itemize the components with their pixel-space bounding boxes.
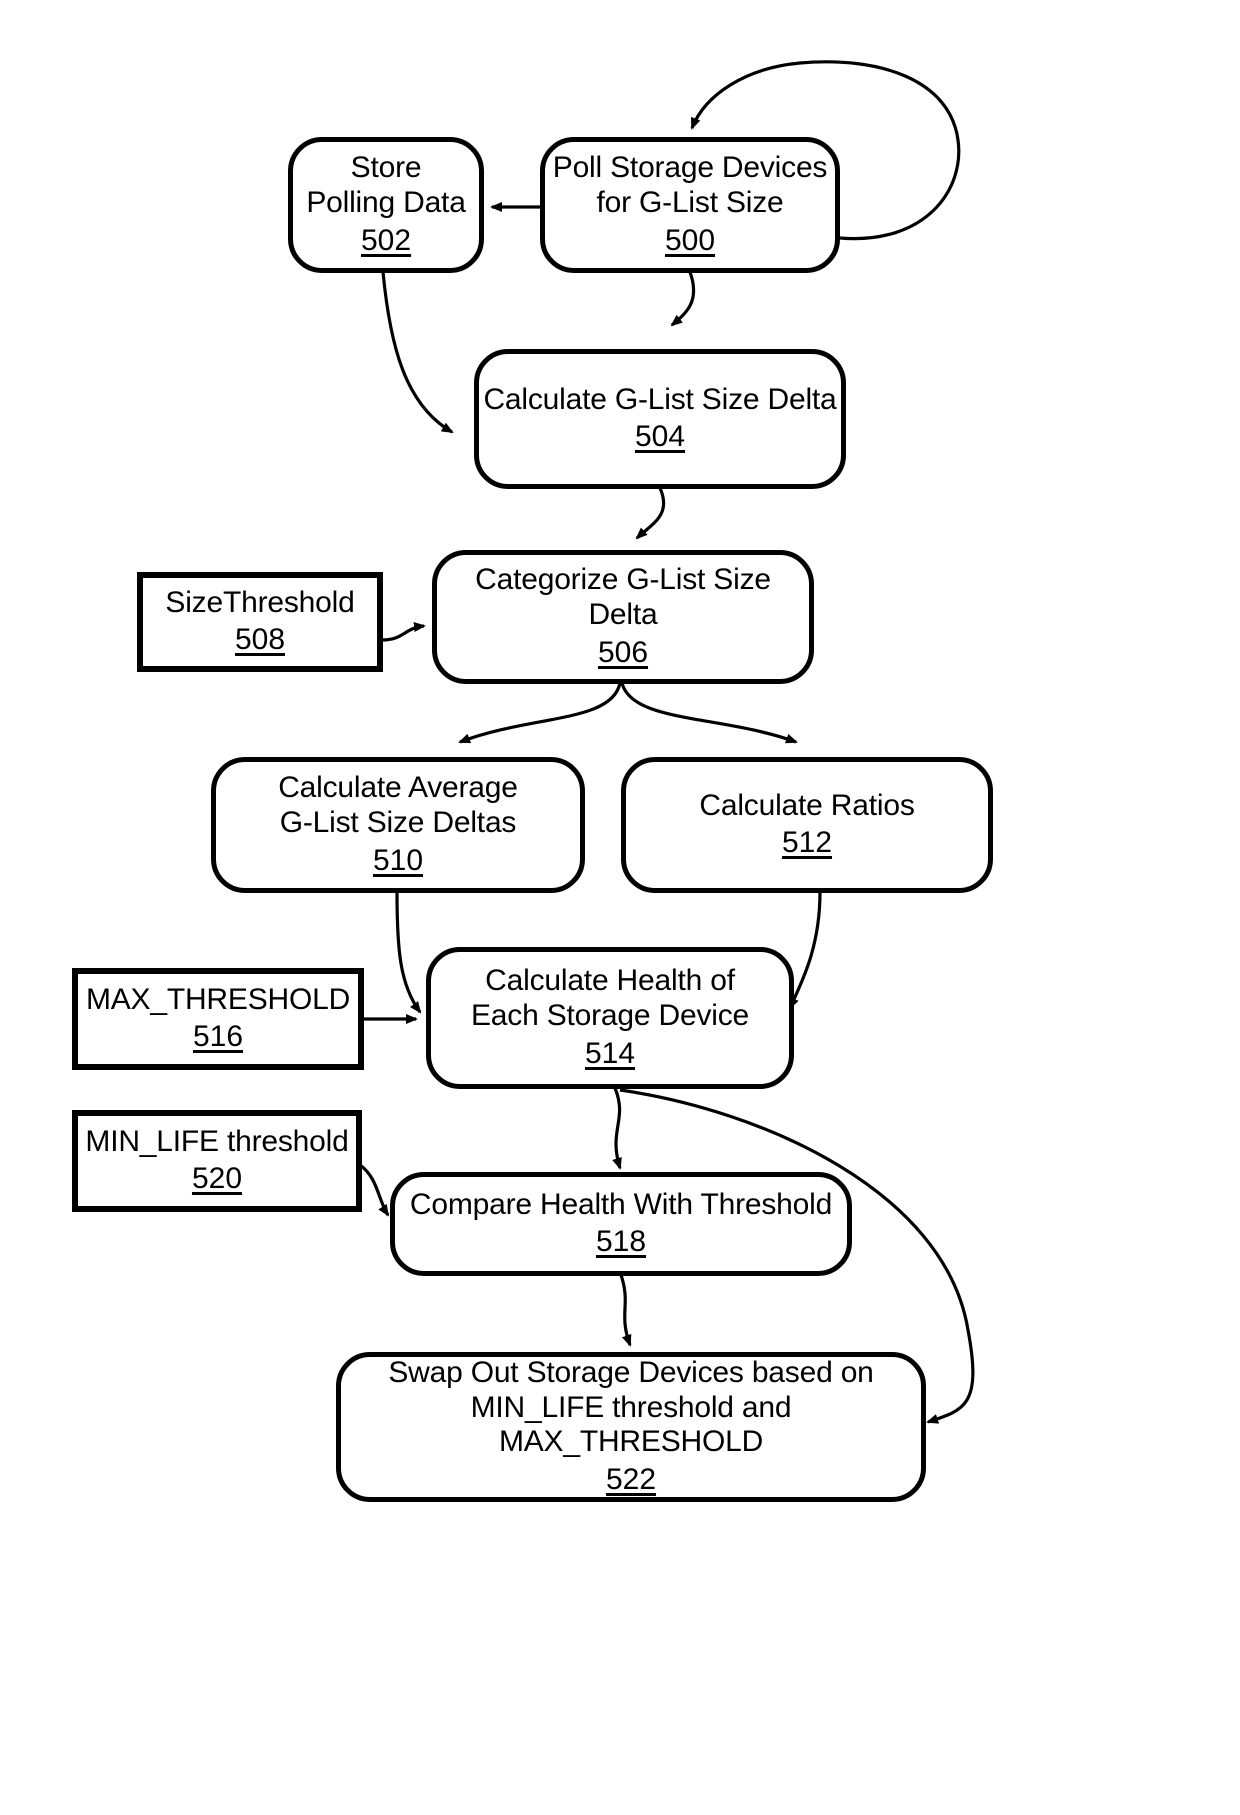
node-510-calculate-average-g-list-size-deltas[interactable]: Calculate Average G-List Size Deltas 510 bbox=[211, 757, 585, 893]
node-500-label: Poll Storage Devices for G-List Size bbox=[552, 151, 828, 219]
node-502-label: Store Polling Data bbox=[306, 151, 466, 219]
node-520-min-life-threshold[interactable]: MIN_LIFE threshold 520 bbox=[72, 1110, 362, 1212]
node-512-label: Calculate Ratios bbox=[699, 788, 915, 822]
node-512-ref: 512 bbox=[781, 826, 833, 860]
node-514-ref: 514 bbox=[584, 1036, 636, 1070]
edge-514-to-518 bbox=[612, 1087, 622, 1170]
node-500-poll-storage-devices[interactable]: Poll Storage Devices for G-List Size 500 bbox=[540, 137, 840, 273]
edge-504-to-506 bbox=[635, 487, 666, 540]
edge-510-to-514 bbox=[395, 891, 422, 1014]
node-504-ref: 504 bbox=[634, 420, 686, 454]
node-502-store-polling-data[interactable]: Store Polling Data 502 bbox=[288, 137, 484, 273]
edge-502-to-504 bbox=[381, 271, 454, 434]
node-522-ref: 522 bbox=[605, 1463, 657, 1497]
node-514-calculate-health[interactable]: Calculate Health of Each Storage Device … bbox=[426, 947, 794, 1089]
node-516-max-threshold[interactable]: MAX_THRESHOLD 516 bbox=[72, 968, 364, 1070]
node-520-ref: 520 bbox=[191, 1162, 243, 1196]
node-500-ref: 500 bbox=[664, 223, 716, 257]
edge-508-to-506 bbox=[381, 622, 426, 642]
node-508-label: SizeThreshold bbox=[165, 585, 355, 619]
node-514-label: Calculate Health of Each Storage Device bbox=[470, 964, 750, 1032]
node-518-compare-health-with-threshold[interactable]: Compare Health With Threshold 518 bbox=[390, 1172, 852, 1276]
node-512-calculate-ratios[interactable]: Calculate Ratios 512 bbox=[621, 757, 993, 893]
node-504-calculate-g-list-size-delta[interactable]: Calculate G-List Size Delta 504 bbox=[474, 349, 846, 489]
node-506-label: Categorize G-List Size Delta bbox=[475, 563, 771, 631]
edge-506-to-512 bbox=[620, 682, 798, 744]
node-516-ref: 516 bbox=[192, 1020, 244, 1054]
node-522-label: Swap Out Storage Devices based on MIN_LI… bbox=[388, 1355, 874, 1459]
node-508-size-threshold[interactable]: SizeThreshold 508 bbox=[137, 572, 383, 672]
node-508-ref: 508 bbox=[234, 623, 286, 657]
node-518-label: Compare Health With Threshold bbox=[409, 1187, 833, 1221]
node-504-label: Calculate G-List Size Delta bbox=[483, 382, 837, 416]
node-518-ref: 518 bbox=[595, 1225, 647, 1259]
node-520-label: MIN_LIFE threshold bbox=[85, 1124, 349, 1158]
edge-520-to-518 bbox=[358, 1163, 390, 1217]
flowchart-canvas: Store Polling Data 502 Poll Storage Devi… bbox=[0, 0, 1240, 1815]
node-510-ref: 510 bbox=[372, 843, 424, 877]
edge-506-to-510 bbox=[458, 682, 622, 744]
node-502-ref: 502 bbox=[360, 223, 412, 257]
edge-500-to-504 bbox=[670, 271, 696, 327]
node-510-label: Calculate Average G-List Size Deltas bbox=[278, 771, 518, 839]
node-506-ref: 506 bbox=[597, 635, 649, 669]
node-506-categorize-g-list-size-delta[interactable]: Categorize G-List Size Delta 506 bbox=[432, 550, 814, 684]
edge-518-to-522 bbox=[618, 1271, 632, 1347]
node-522-swap-out-storage-devices[interactable]: Swap Out Storage Devices based on MIN_LI… bbox=[336, 1352, 926, 1502]
node-516-label: MAX_THRESHOLD bbox=[85, 982, 351, 1016]
edge-512-to-514 bbox=[788, 891, 822, 1010]
